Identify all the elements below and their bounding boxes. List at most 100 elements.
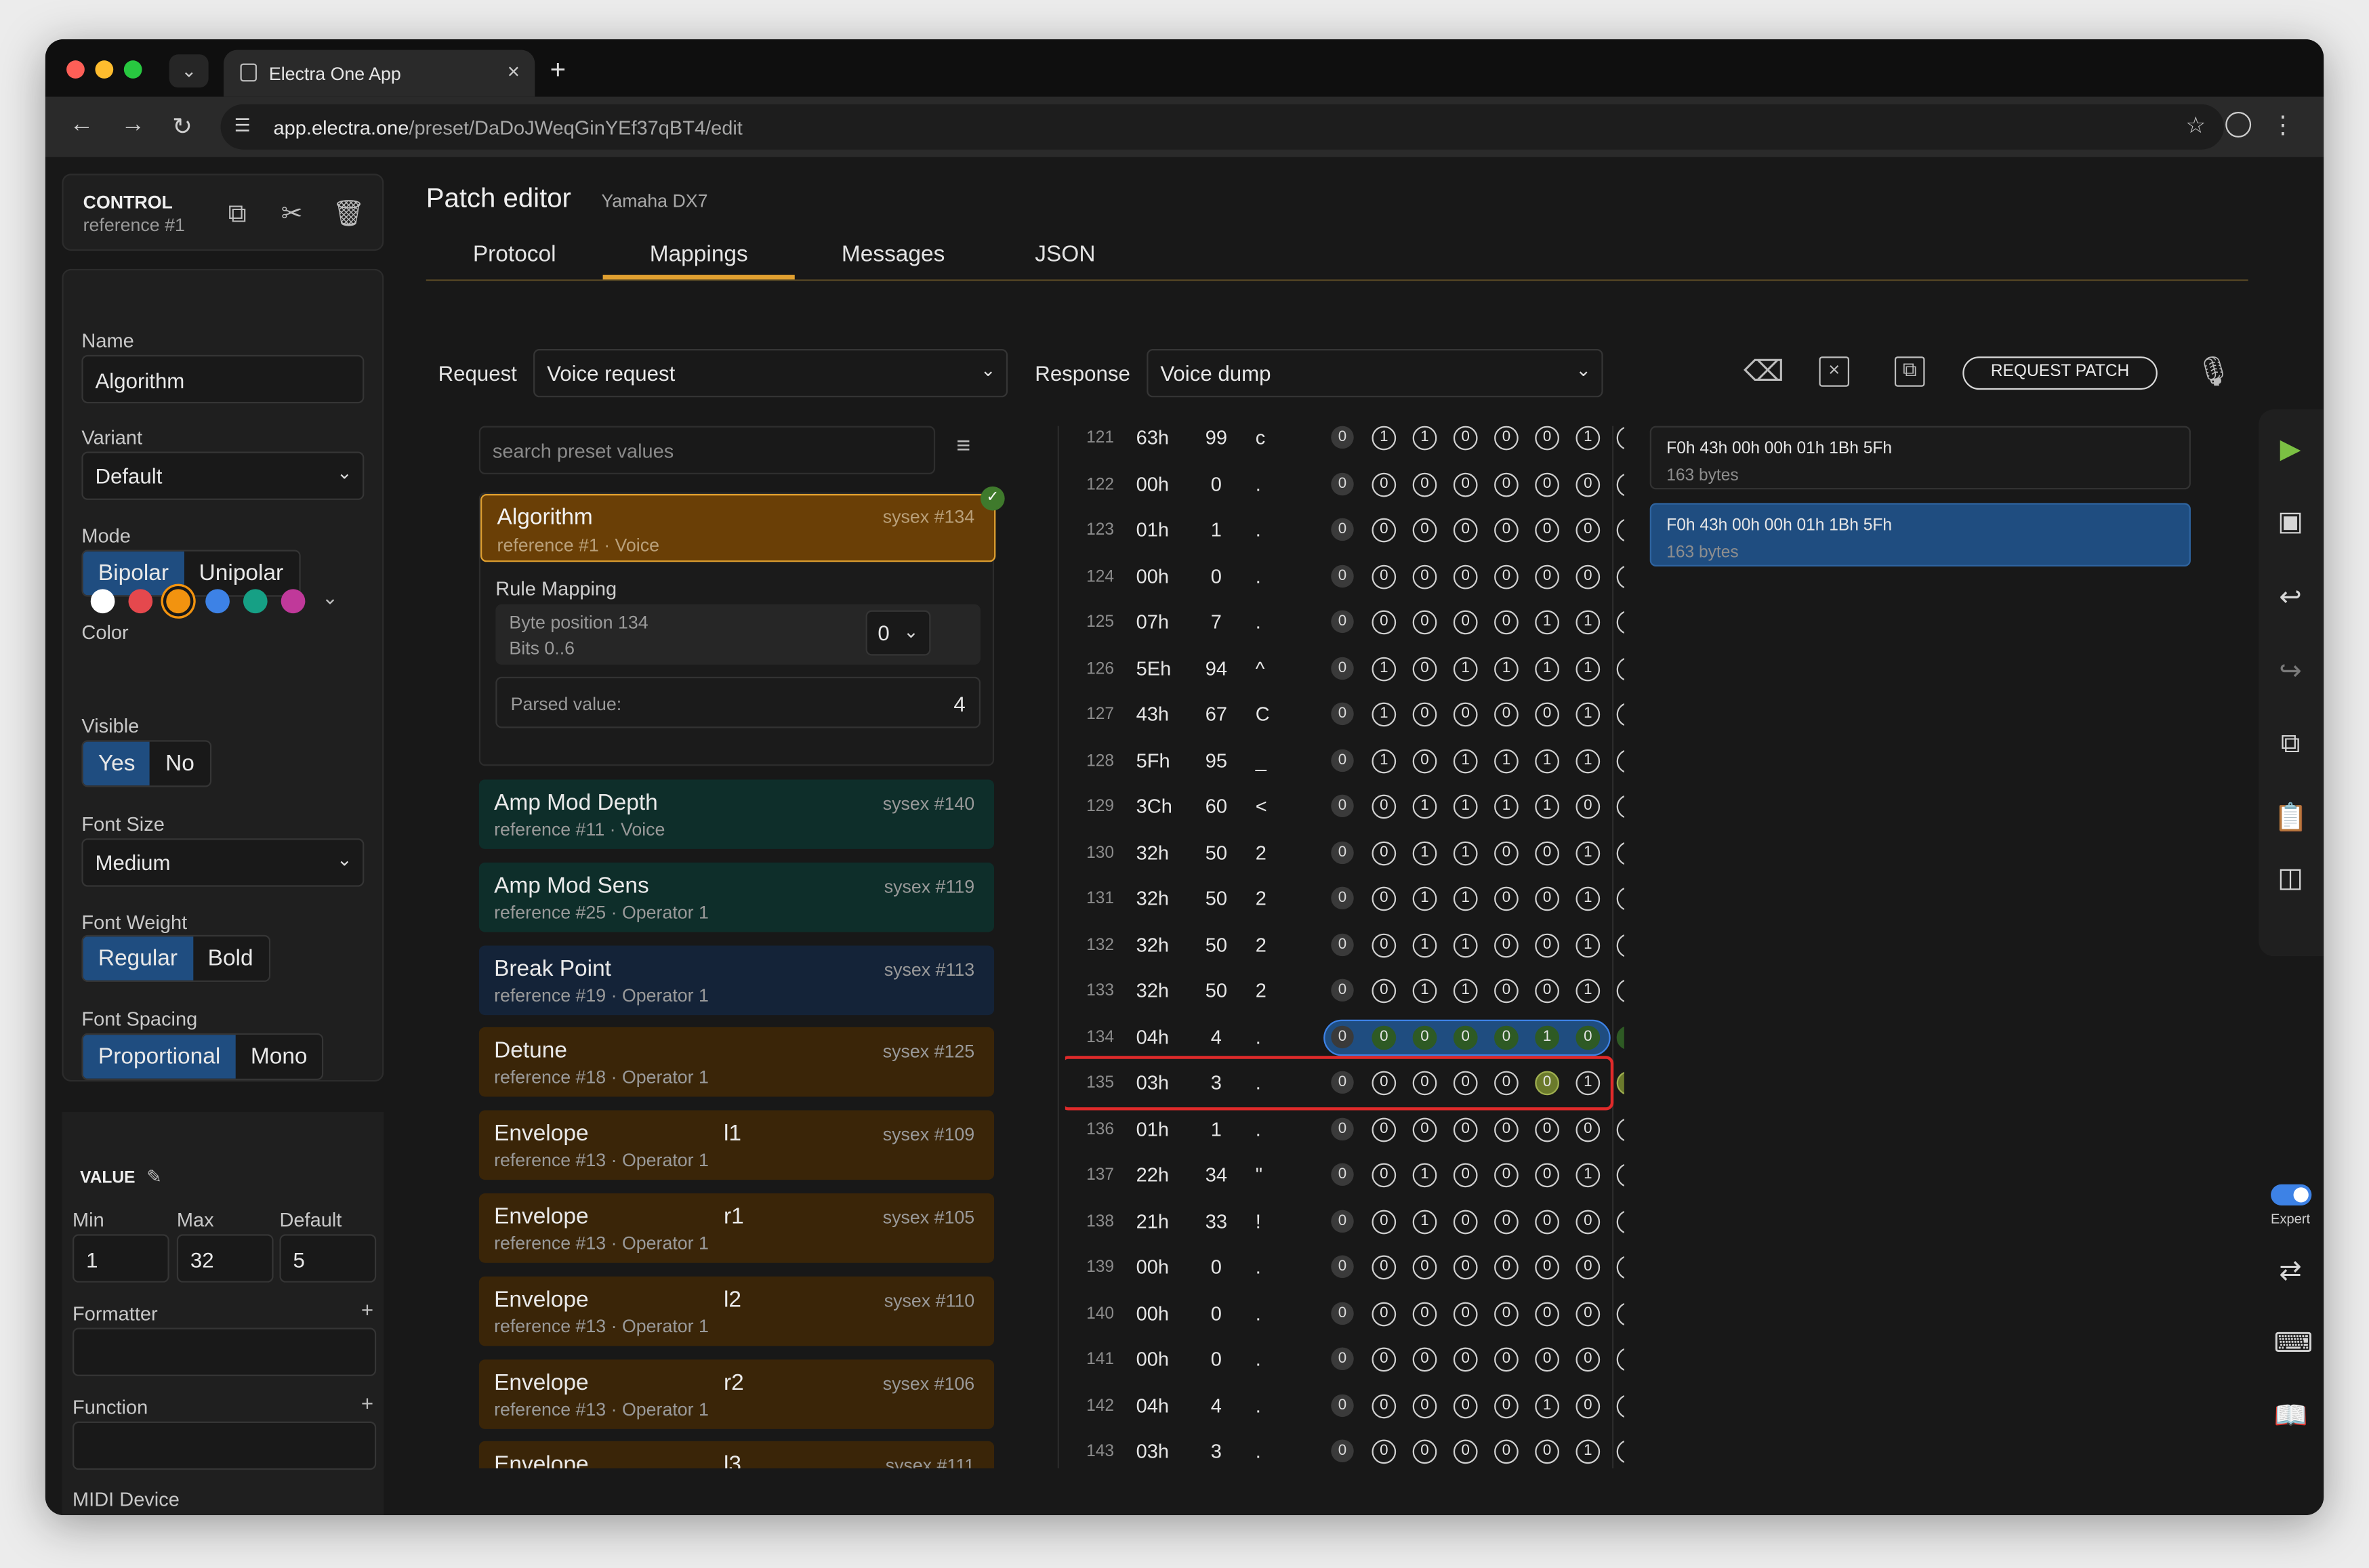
bit-cell[interactable]: 1 [1575, 932, 1601, 957]
bit-cell[interactable]: 0 [1494, 1301, 1519, 1326]
bit-cell[interactable]: 0 [1535, 978, 1559, 1004]
bit-cell[interactable]: 0 [1494, 886, 1519, 911]
function-input[interactable] [73, 1421, 377, 1470]
play-icon[interactable]: ▶ [2274, 434, 2307, 467]
param-card[interactable]: Envelope l1 sysex #109 reference #13 · Oper… [478, 1110, 995, 1180]
bit-cell[interactable]: 1 [1575, 840, 1601, 865]
bit-cell[interactable]: 0 [1331, 1255, 1354, 1278]
bit-cell[interactable]: 0 [1331, 702, 1354, 726]
bit-cell[interactable]: 0 [1372, 1301, 1397, 1326]
bit-cell[interactable]: 0 [1575, 518, 1601, 543]
bit-cell[interactable]: 0 [1331, 564, 1354, 587]
bit-cell[interactable]: 0 [1616, 564, 1624, 589]
bit-cell[interactable]: 0 [1372, 1347, 1397, 1372]
bit-cell[interactable]: 0 [1453, 564, 1478, 589]
bit-cell[interactable]: 1 [1575, 1439, 1601, 1464]
bit-cell[interactable]: 0 [1412, 1439, 1437, 1464]
bit-cell[interactable]: 0 [1453, 518, 1478, 543]
bit-cell[interactable]: 1 [1616, 1209, 1624, 1234]
bit-cell[interactable]: 0 [1412, 472, 1437, 497]
bit-cell[interactable]: 0 [1494, 1025, 1519, 1050]
bit-cell[interactable]: 0 [1494, 1255, 1519, 1280]
bit-cell[interactable]: 0 [1616, 932, 1624, 957]
param-card[interactable]: Envelope l3 sysex #111 [478, 1441, 995, 1468]
bit-cell[interactable]: 1 [1575, 748, 1601, 773]
param-card[interactable]: Envelope l2 sysex #110 reference #13 · Oper… [478, 1276, 995, 1346]
bit-cell[interactable]: 0 [1494, 1347, 1519, 1372]
bit-cell[interactable]: 0 [1535, 1439, 1559, 1464]
bit-cell[interactable]: 0 [1535, 1301, 1559, 1326]
bit-cell[interactable]: 0 [1331, 1117, 1354, 1140]
bit-cell[interactable]: 0 [1331, 978, 1354, 1002]
bit-cell[interactable]: 0 [1331, 840, 1354, 864]
bit-cell[interactable]: 1 [1412, 426, 1437, 451]
bit-cell[interactable]: 0 [1616, 978, 1624, 1004]
bit-cell[interactable]: 1 [1412, 978, 1437, 1004]
bit-cell[interactable]: 0 [1535, 1117, 1559, 1142]
bit-cell[interactable]: 1 [1535, 1393, 1559, 1418]
tab-protocol[interactable]: Protocol [473, 242, 556, 268]
book-icon[interactable]: 📖 [2274, 1401, 2308, 1434]
tab-search-button[interactable]: ⌄ [169, 54, 209, 88]
bit-cell[interactable]: 0 [1331, 1163, 1354, 1187]
bit-cell[interactable]: 1 [1453, 748, 1478, 773]
tab-json[interactable]: JSON [1035, 242, 1095, 268]
reload-icon[interactable]: ↻ [172, 112, 192, 142]
browser-tab[interactable]: Electra One App × [223, 49, 535, 97]
bit-cell[interactable]: 1 [1372, 702, 1397, 727]
bit-cell[interactable]: 0 [1494, 1439, 1519, 1464]
color-more-chevron-icon[interactable]: ⌄ [322, 586, 338, 611]
bit-cell[interactable]: 0 [1575, 1301, 1601, 1326]
bit-cell[interactable]: 0 [1331, 610, 1354, 634]
bit-cell[interactable]: 0 [1331, 518, 1354, 541]
param-card[interactable]: Break Point sysex #113 reference #19 · Ope… [478, 945, 995, 1015]
bit-cell[interactable]: 0 [1535, 886, 1559, 911]
bit-cell[interactable]: 0 [1535, 1347, 1559, 1372]
bit-cell[interactable]: 0 [1412, 564, 1437, 589]
bit-cell[interactable]: 0 [1535, 1255, 1559, 1280]
bit-cell[interactable]: 1 [1616, 1117, 1624, 1142]
font-weight-regular-option[interactable]: Regular [83, 936, 193, 981]
bit-cell[interactable]: 0 [1616, 656, 1624, 681]
bit-cell[interactable]: 0 [1331, 656, 1354, 680]
site-settings-icon[interactable]: ☰ [234, 115, 251, 136]
bit-cell[interactable]: 1 [1412, 886, 1437, 911]
bit-cell[interactable]: 0 [1372, 1439, 1397, 1464]
bit-cell[interactable]: 0 [1453, 1163, 1478, 1188]
bit-cell[interactable]: 0 [1331, 932, 1354, 956]
bit-cell[interactable]: 0 [1453, 1255, 1478, 1280]
bit-cell[interactable]: 0 [1616, 472, 1624, 497]
color-swatch-red[interactable] [128, 589, 153, 614]
bit-cell[interactable]: 1 [1453, 656, 1478, 681]
bit-cell[interactable]: 0 [1453, 1117, 1478, 1142]
bit-cell[interactable]: 0 [1412, 1347, 1437, 1372]
bit-cell[interactable]: 0 [1575, 794, 1601, 819]
bit-cell[interactable]: 0 [1331, 886, 1354, 910]
bit-cell[interactable]: 0 [1372, 472, 1397, 497]
bookmark-star-icon[interactable]: ☆ [2185, 112, 2206, 139]
bit-cell[interactable]: 0 [1494, 564, 1519, 589]
bit-cell[interactable]: 0 [1494, 1117, 1519, 1142]
bit-cell[interactable]: 0 [1535, 426, 1559, 451]
bit-cell[interactable]: 0 [1616, 886, 1624, 911]
bit-cell[interactable]: 0 [1494, 1163, 1519, 1188]
bit-cell[interactable]: 0 [1372, 886, 1397, 911]
bit-cell[interactable]: 0 [1372, 518, 1397, 543]
bit-cell[interactable]: 0 [1494, 518, 1519, 543]
param-card[interactable]: Detune sysex #125 reference #18 · Operator… [478, 1027, 995, 1098]
bit-cell[interactable]: 0 [1412, 1117, 1437, 1142]
bit-cell[interactable]: 0 [1575, 1393, 1601, 1418]
bit-cell[interactable]: 0 [1535, 702, 1559, 727]
bit-cell[interactable]: 0 [1372, 840, 1397, 865]
copy-icon[interactable]: ⧉ [2274, 728, 2307, 762]
sidebar-toggle-icon[interactable]: ◫ [2274, 863, 2307, 896]
bit-cell[interactable]: 0 [1453, 702, 1478, 727]
redo-icon[interactable]: ↪ [2274, 656, 2307, 689]
color-swatch-magenta[interactable] [281, 589, 306, 614]
bit-cell[interactable]: 1 [1616, 426, 1624, 451]
byte-offset-select[interactable]: 0 ⌄ [865, 610, 931, 656]
bit-cell[interactable]: 1 [1494, 794, 1519, 819]
bit-cell[interactable]: 0 [1494, 426, 1519, 451]
bit-cell[interactable]: 0 [1412, 518, 1437, 543]
swap-arrows-icon[interactable]: ⇄ [2274, 1256, 2307, 1289]
